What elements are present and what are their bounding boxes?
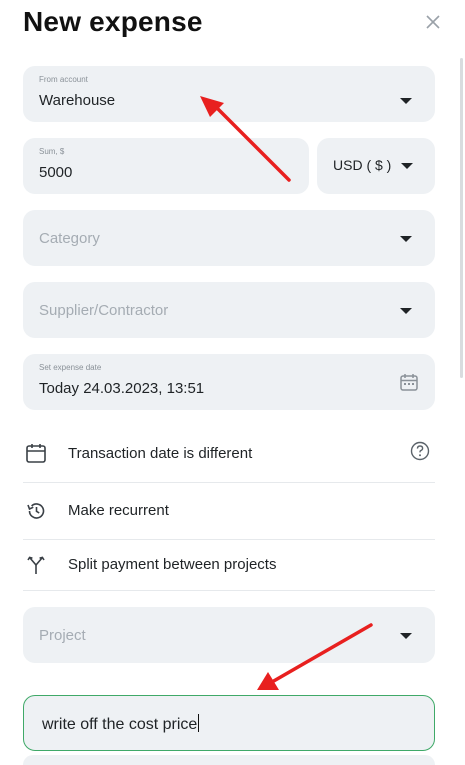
category-select[interactable]: Category — [23, 210, 435, 266]
supplier-select[interactable]: Supplier/Contractor — [23, 282, 435, 338]
chevron-down-icon — [400, 633, 412, 639]
from-account-value: Warehouse — [39, 92, 116, 109]
supplier-placeholder: Supplier/Contractor — [39, 302, 169, 319]
sum-label: Sum, $ — [39, 147, 65, 156]
help-icon[interactable] — [410, 441, 430, 461]
make-recurrent-toggle[interactable]: Make recurrent — [23, 486, 435, 536]
calendar-icon — [26, 444, 46, 463]
comment-input[interactable]: write off the cost price — [23, 695, 435, 751]
divider — [23, 590, 435, 591]
sum-field[interactable]: Sum, $ 5000 — [23, 138, 309, 194]
history-icon — [27, 503, 45, 519]
scrollbar[interactable] — [460, 58, 463, 378]
comment-text: write off the cost price — [42, 714, 200, 733]
chevron-down-icon — [400, 308, 412, 314]
close-icon[interactable] — [423, 12, 443, 32]
transaction-date-toggle[interactable]: Transaction date is different — [23, 428, 435, 478]
calendar-icon[interactable] — [399, 372, 419, 392]
category-placeholder: Category — [39, 230, 100, 247]
project-placeholder: Project — [39, 627, 86, 644]
divider — [23, 482, 435, 483]
split-payment-label: Split payment between projects — [68, 556, 277, 573]
currency-value: USD ( $ ) — [333, 157, 392, 173]
split-icon — [27, 556, 45, 574]
expense-date-value: Today 24.03.2023, 13:51 — [39, 380, 205, 397]
chevron-down-icon — [401, 163, 413, 169]
expense-date-label: Set expense date — [39, 363, 102, 372]
from-account-select[interactable]: From account Warehouse — [23, 66, 435, 122]
project-select[interactable]: Project — [23, 607, 435, 663]
transaction-date-label: Transaction date is different — [68, 445, 253, 462]
split-payment-toggle[interactable]: Split payment between projects — [23, 540, 435, 590]
dialog-title: New expense — [23, 6, 203, 37]
currency-select[interactable]: USD ( $ ) — [317, 138, 435, 194]
text-cursor — [198, 714, 200, 732]
chevron-down-icon — [400, 236, 412, 242]
from-account-label: From account — [39, 75, 88, 84]
chevron-down-icon — [400, 98, 412, 104]
sum-value: 5000 — [39, 164, 73, 181]
next-field-partial — [23, 755, 435, 765]
expense-date-field[interactable]: Set expense date Today 24.03.2023, 13:51 — [23, 354, 435, 410]
make-recurrent-label: Make recurrent — [68, 502, 169, 519]
